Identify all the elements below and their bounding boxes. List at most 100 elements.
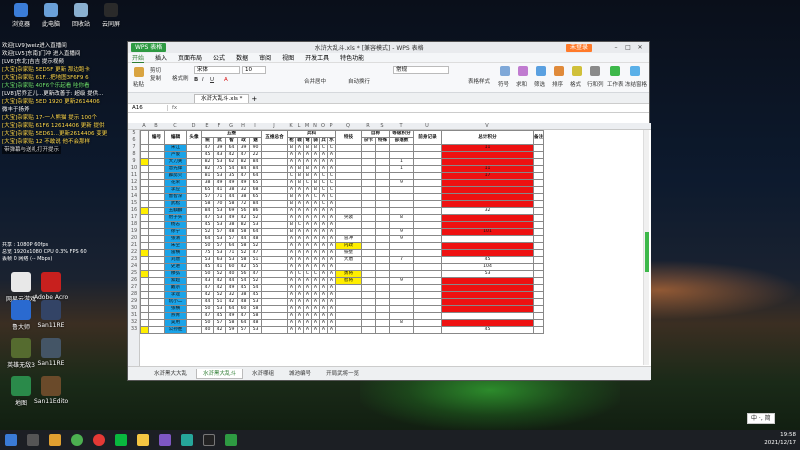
troop-cell[interactable]: C [295, 221, 304, 229]
cell[interactable] [148, 200, 165, 208]
stat-cell[interactable]: 53 [201, 256, 214, 264]
name-cell[interactable]: 阮小二 [164, 298, 187, 306]
cell[interactable] [186, 235, 202, 243]
cell[interactable] [389, 221, 414, 229]
menu-item[interactable]: 数据 [236, 53, 248, 62]
font-name-select[interactable]: 宋体 [194, 66, 240, 74]
troop-cell[interactable]: A [319, 214, 328, 222]
special-cell[interactable] [335, 298, 362, 306]
cell[interactable] [389, 249, 414, 257]
troop-cell[interactable]: A [311, 235, 320, 243]
sum-icon[interactable] [518, 66, 528, 76]
row-header[interactable]: 32 [128, 319, 140, 326]
stat-cell[interactable]: 75 [201, 249, 214, 257]
stat-cell[interactable]: 38 [237, 193, 250, 201]
cell[interactable] [186, 263, 202, 271]
row-header[interactable]: 15 [128, 200, 140, 207]
stat-cell[interactable]: 47 [201, 214, 214, 222]
stat-cell[interactable]: 60 [237, 305, 250, 313]
cell[interactable] [389, 305, 414, 313]
troop-cell[interactable]: A [303, 228, 312, 236]
troop-cell[interactable]: A [295, 319, 304, 327]
cell[interactable] [148, 291, 165, 299]
cell[interactable] [361, 144, 376, 152]
cell[interactable] [186, 186, 202, 194]
cell[interactable] [375, 263, 390, 271]
troop-cell[interactable]: A [295, 277, 304, 285]
cell[interactable] [361, 319, 376, 327]
header-cell[interactable]: 杂卡 [361, 137, 376, 145]
score-cell[interactable] [441, 242, 534, 250]
cell[interactable] [186, 214, 202, 222]
troop-cell[interactable]: A [311, 319, 320, 327]
special-cell[interactable] [335, 263, 362, 271]
stat-cell[interactable]: 51 [213, 298, 226, 306]
stat-cell[interactable]: 48 [249, 235, 262, 243]
stat-cell[interactable]: 47 [237, 151, 250, 159]
score-cell[interactable]: 32 [441, 207, 534, 215]
cell[interactable] [148, 326, 165, 334]
stat-cell[interactable]: 71 [213, 193, 226, 201]
stat-cell[interactable]: 47 [249, 270, 262, 278]
cell[interactable] [140, 179, 149, 187]
troop-cell[interactable]: A [327, 151, 336, 159]
troop-cell[interactable]: A [295, 228, 304, 236]
app-icon[interactable] [181, 434, 193, 446]
stat-cell[interactable]: 64 [249, 172, 262, 180]
troop-cell[interactable]: A [303, 284, 312, 292]
cell[interactable] [375, 284, 390, 292]
troop-cell[interactable]: A [303, 263, 312, 271]
column-header[interactable]: B [148, 123, 164, 129]
stat-cell[interactable]: 38 [237, 291, 250, 299]
cell[interactable] [148, 179, 165, 187]
cell[interactable] [140, 298, 149, 306]
column-header[interactable]: J [261, 123, 287, 129]
stat-cell[interactable]: 47 [237, 312, 250, 320]
cell[interactable] [140, 144, 149, 152]
stat-cell[interactable]: 64 [237, 319, 250, 327]
cell[interactable] [140, 207, 149, 215]
cell[interactable] [140, 326, 149, 334]
cut-button[interactable]: 剪切 [150, 66, 161, 74]
cell[interactable] [140, 249, 149, 257]
special-cell[interactable] [335, 221, 362, 229]
cell[interactable] [375, 193, 390, 201]
cell[interactable] [413, 312, 442, 320]
cell[interactable] [532, 277, 545, 285]
cell[interactable] [186, 305, 202, 313]
header-cell[interactable]: 编号 [148, 130, 165, 145]
stat-cell[interactable]: 49 [225, 312, 238, 320]
cell[interactable] [413, 263, 442, 271]
stat-cell[interactable]: 68 [249, 186, 262, 194]
stat-cell[interactable]: 82 [201, 158, 214, 166]
troop-cell[interactable]: B [295, 179, 304, 187]
desktop-icon[interactable]: 此电脑 [34, 3, 68, 28]
table-row[interactable]: 徐宁 52 57 48 58 64 B A A A A A 9 101 [140, 228, 545, 236]
app-icon[interactable] [159, 434, 171, 446]
troop-cell[interactable]: A [303, 249, 312, 257]
start-icon[interactable] [5, 434, 17, 446]
cell[interactable] [261, 207, 288, 215]
cell[interactable] [389, 200, 414, 208]
cell[interactable] [375, 312, 390, 320]
cell[interactable] [413, 249, 442, 257]
desktop-icon[interactable]: San11RE [34, 300, 68, 329]
row-header[interactable]: 29 [128, 298, 140, 305]
header-cell[interactable]: 戟 [295, 137, 304, 145]
troop-cell[interactable]: C [327, 186, 336, 194]
stat-cell[interactable]: 54 [225, 165, 238, 173]
stat-cell[interactable]: 70 [213, 200, 226, 208]
cell[interactable] [261, 158, 288, 166]
cell[interactable] [361, 235, 376, 243]
score-cell[interactable] [441, 179, 534, 187]
column-header[interactable]: Q [335, 123, 361, 129]
row-header[interactable]: 6 [128, 137, 140, 144]
stat-cell[interactable]: 64 [225, 305, 238, 313]
troop-cell[interactable]: A [311, 263, 320, 271]
troop-cell[interactable]: A [287, 298, 296, 306]
troop-cell[interactable]: A [287, 158, 296, 166]
special-cell[interactable] [335, 319, 362, 327]
stat-cell[interactable]: 22 [249, 151, 262, 159]
stat-cell[interactable]: 44 [237, 235, 250, 243]
table-row[interactable]: 花荣 38 49 49 49 65 A B C B C C 9 [140, 179, 545, 187]
